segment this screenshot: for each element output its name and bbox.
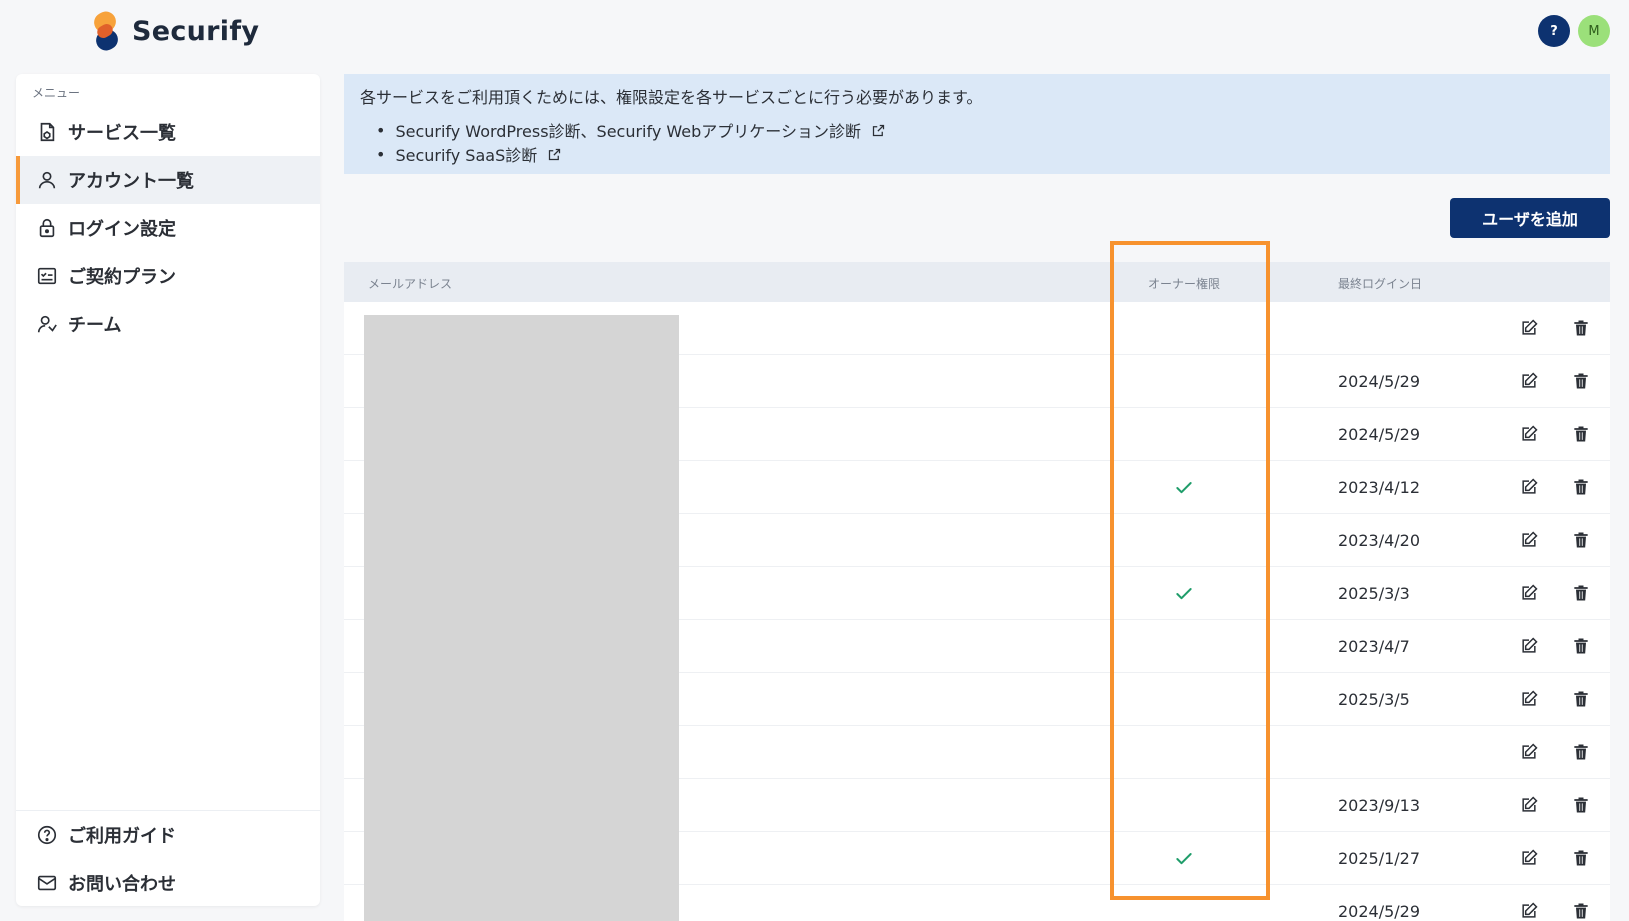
user-icon: [38, 171, 56, 189]
last-login-date: 2023/9/13: [1338, 796, 1421, 815]
last-login-date: 2023/4/12: [1338, 478, 1421, 497]
edit-icon[interactable]: [1519, 901, 1539, 921]
last-login-date: 2025/1/27: [1338, 849, 1421, 868]
column-header-last-login[interactable]: 最終ログイン日: [1338, 275, 1422, 292]
sidebar-item-label: サービス一覧: [68, 123, 176, 144]
sidebar-nav: サービス一覧 アカウント一覧 ログイン設定 ご契約プラン チーム: [16, 108, 320, 348]
info-link-wordpress[interactable]: Securify WordPress診断、Securify Webアプリケーショ…: [376, 118, 1594, 142]
edit-icon[interactable]: [1519, 477, 1539, 497]
redacted-email-area: [364, 315, 679, 921]
help-button[interactable]: ?: [1538, 15, 1570, 47]
add-user-button[interactable]: ユーザを追加: [1450, 198, 1610, 238]
trash-icon[interactable]: [1571, 636, 1591, 656]
trash-icon[interactable]: [1571, 583, 1591, 603]
info-banner: 各サービスをご利用頂くためには、権限設定を各サービスごとに行う必要があります。 …: [344, 74, 1610, 174]
last-login-date: 2024/5/29: [1338, 372, 1421, 391]
last-login-date: 2025/3/3: [1338, 584, 1410, 603]
trash-icon[interactable]: [1571, 530, 1591, 550]
external-link-icon: [549, 148, 561, 160]
edit-icon[interactable]: [1519, 424, 1539, 444]
sidebar-item-label: ご利用ガイド: [68, 826, 176, 847]
last-login-date: 2023/4/20: [1338, 531, 1421, 550]
trash-icon[interactable]: [1571, 371, 1591, 391]
trash-icon[interactable]: [1571, 689, 1591, 709]
sidebar-item-services[interactable]: サービス一覧: [16, 108, 320, 156]
edit-icon[interactable]: [1519, 742, 1539, 762]
sidebar-item-label: アカウント一覧: [68, 171, 194, 192]
user-avatar[interactable]: M: [1578, 15, 1610, 47]
sidebar-item-plan[interactable]: ご契約プラン: [16, 252, 320, 300]
trash-icon[interactable]: [1571, 424, 1591, 444]
info-text: 各サービスをご利用頂くためには、権限設定を各サービスごとに行う必要があります。: [360, 88, 983, 107]
last-login-date: 2025/3/5: [1338, 690, 1410, 709]
menu-caption: メニュー: [32, 86, 81, 100]
sidebar: メニュー サービス一覧 アカウント一覧 ログイン設定 ご契約プラン チーム ご利…: [16, 74, 320, 906]
trash-icon[interactable]: [1571, 742, 1591, 762]
column-header-email[interactable]: メールアドレス: [368, 275, 452, 292]
edit-icon[interactable]: [1519, 318, 1539, 338]
info-link-saas[interactable]: Securify SaaS診断: [376, 142, 1594, 166]
header: Securify ? M: [0, 0, 1629, 64]
external-link-icon: [872, 124, 885, 136]
team-icon: [37, 315, 57, 333]
sidebar-item-label: お問い合わせ: [68, 874, 176, 895]
brand-name: Securify: [132, 15, 260, 47]
sidebar-item-label: チーム: [68, 315, 122, 336]
owner-column-highlight: [1110, 241, 1270, 900]
edit-icon[interactable]: [1519, 530, 1539, 550]
edit-icon[interactable]: [1519, 848, 1539, 868]
sidebar-item-contact[interactable]: お問い合わせ: [16, 859, 320, 907]
last-login-date: 2023/4/7: [1338, 637, 1410, 656]
trash-icon[interactable]: [1571, 848, 1591, 868]
mail-icon: [37, 875, 57, 891]
sidebar-footer: ご利用ガイド お問い合わせ: [16, 810, 320, 907]
question-circle-icon: [37, 825, 57, 845]
sidebar-item-team[interactable]: チーム: [16, 300, 320, 348]
brand-logo[interactable]: Securify: [90, 10, 259, 52]
sidebar-item-guide[interactable]: ご利用ガイド: [16, 811, 320, 859]
edit-icon[interactable]: [1519, 583, 1539, 603]
checklist-icon: [37, 267, 57, 285]
securify-logo-icon: [94, 11, 118, 51]
info-link-list: Securify WordPress診断、Securify Webアプリケーショ…: [360, 118, 1594, 166]
sidebar-item-login-settings[interactable]: ログイン設定: [16, 204, 320, 252]
edit-icon[interactable]: [1519, 689, 1539, 709]
last-login-date: 2024/5/29: [1338, 902, 1421, 921]
trash-icon[interactable]: [1571, 901, 1591, 921]
sidebar-item-accounts[interactable]: アカウント一覧: [16, 156, 320, 204]
service-box-icon: [40, 122, 55, 142]
edit-icon[interactable]: [1519, 795, 1539, 815]
sidebar-item-label: ご契約プラン: [68, 267, 176, 288]
trash-icon[interactable]: [1571, 477, 1591, 497]
lock-icon: [39, 218, 55, 238]
trash-icon[interactable]: [1571, 318, 1591, 338]
trash-icon[interactable]: [1571, 795, 1591, 815]
last-login-date: 2024/5/29: [1338, 425, 1421, 444]
sidebar-item-label: ログイン設定: [68, 219, 176, 240]
edit-icon[interactable]: [1519, 636, 1539, 656]
edit-icon[interactable]: [1519, 371, 1539, 391]
table-header: メールアドレス オーナー権限 最終ログイン日: [344, 262, 1610, 302]
